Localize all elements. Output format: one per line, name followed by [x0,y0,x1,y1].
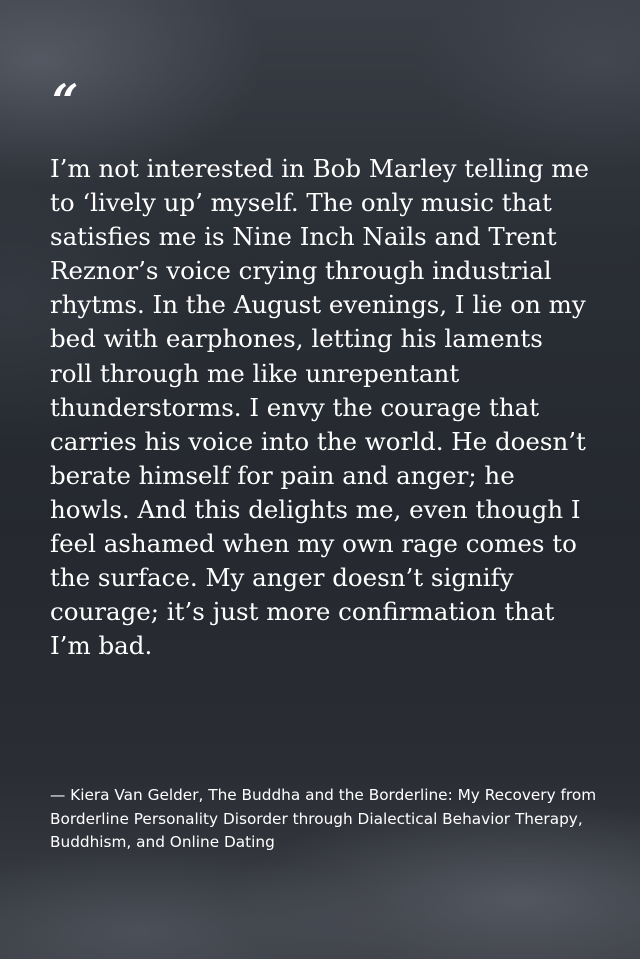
quotation-mark-icon: “ [52,74,79,128]
quote-text: I’m not interested in Bob Marley telling… [50,154,590,661]
quote-attribution: — Kiera Van Gelder, The Buddha and the B… [50,786,597,851]
